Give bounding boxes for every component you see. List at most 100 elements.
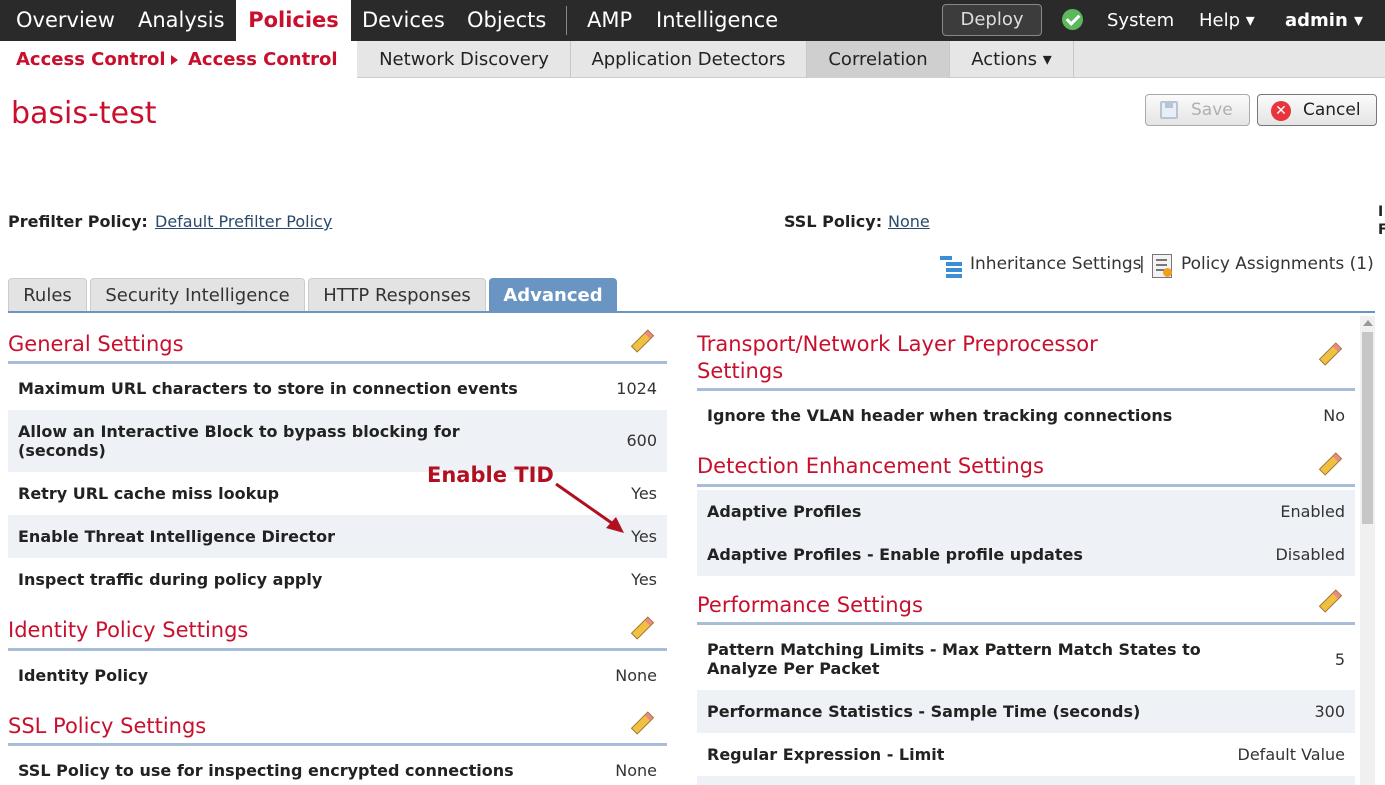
setting-label: Maximum URL characters to store in conne… [18,379,518,398]
setting-row: Adaptive Profiles Enabled [697,490,1355,533]
section-rule [8,743,667,746]
page-title: basis-test [11,96,157,131]
setting-label: Adaptive Profiles - Enable profile updat… [707,545,1083,564]
setting-row: Ignore the VLAN header when tracking con… [697,394,1355,437]
section-rule [697,622,1355,625]
tab-underline [8,311,1375,313]
setting-label: Enable Threat Intelligence Director [18,527,335,546]
section-rule [8,361,667,364]
detection-enhancement-settings-title: Detection Enhancement Settings [697,454,1044,478]
nav-objects[interactable]: Objects [467,0,546,41]
section-rule [697,388,1355,391]
user-menu[interactable]: admin ▾ [1285,0,1363,41]
edit-detection-settings-icon[interactable] [1317,453,1341,477]
save-button[interactable]: Save [1145,94,1250,126]
nav-system[interactable]: System [1107,0,1174,41]
setting-value: 1024 [616,379,657,398]
inheritance-settings-link[interactable]: Inheritance Settings [970,254,1142,274]
setting-label: Performance Statistics - Sample Time (se… [707,702,1141,721]
breadcrumb-arrow-icon [171,55,178,65]
section-rule [8,648,667,651]
cancel-icon: ✕ [1271,101,1291,121]
setting-value: 5 [1334,650,1345,669]
tab-network-discovery[interactable]: Network Discovery [358,41,571,78]
cancel-button[interactable]: ✕ Cancel [1257,94,1377,126]
tab-http-responses[interactable]: HTTP Responses [308,278,486,312]
health-ok-icon[interactable] [1062,9,1083,30]
tab-security-intelligence[interactable]: Security Intelligence [90,278,305,312]
nav-overview[interactable]: Overview [16,0,115,41]
setting-label: Ignore the VLAN header when tracking con… [707,406,1173,425]
setting-row: Allow an Interactive Block to bypass blo… [8,410,667,472]
top-navigation: Overview Analysis Policies Devices Objec… [0,0,1385,41]
setting-label: Regular Expression - Limit [707,745,945,764]
deploy-button[interactable]: Deploy [942,4,1042,36]
link-divider: | [1139,254,1145,274]
setting-value: Yes [631,527,657,546]
setting-value: Yes [631,484,657,503]
setting-value: 600 [626,431,657,450]
inheritance-settings-icon[interactable] [940,255,962,278]
sub-navigation: Access Control Access Control Network Di… [0,41,1385,78]
setting-row: SSL Policy to use for inspecting encrypt… [8,750,667,785]
policy-assignments-link[interactable]: Policy Assignments (1) [1181,254,1374,274]
tab-advanced[interactable]: Advanced [489,278,617,312]
section-rule [697,484,1355,487]
scrollbar-thumb[interactable] [1362,332,1373,524]
breadcrumb-access-control-parent[interactable]: Access Control [16,41,166,78]
edit-general-settings-icon[interactable] [629,330,653,354]
setting-row: Maximum URL characters to store in conne… [8,367,667,410]
scroll-up-icon[interactable] [1363,320,1373,326]
edit-ssl-settings-icon[interactable] [629,712,653,736]
breadcrumb-access-control[interactable]: Access Control [188,41,338,78]
nav-policies[interactable]: Policies [236,0,351,41]
setting-label: Retry URL cache miss lookup [18,484,280,503]
nav-devices[interactable]: Devices [362,0,445,41]
tab-rules[interactable]: Rules [8,278,87,312]
nav-amp[interactable]: AMP [587,0,632,41]
setting-row: Inspect traffic during policy apply Yes [8,558,667,601]
setting-label-cont: Analyze Per Packet [707,659,880,678]
edit-performance-settings-icon[interactable] [1317,590,1341,614]
prefilter-policy-link[interactable]: Default Prefilter Policy [155,212,332,231]
nav-analysis[interactable]: Analysis [138,0,225,41]
setting-row: Regular Expression - Limit Default Value [697,733,1355,776]
clipped-label-2: F [1378,222,1385,238]
clipped-label-1: I [1378,204,1384,220]
setting-value: Disabled [1275,545,1345,564]
tab-correlation[interactable]: Correlation [807,41,950,78]
tab-application-detectors[interactable]: Application Detectors [571,41,807,78]
setting-label: Pattern Matching Limits - Max Pattern Ma… [707,640,1201,659]
policy-assignments-icon[interactable] [1152,254,1172,278]
setting-row: Performance Statistics - Sample Time (se… [697,690,1355,733]
setting-row: Pattern Matching Limits - Max Pattern Ma… [697,628,1355,690]
setting-row: Adaptive Profiles - Enable profile updat… [697,533,1355,576]
cancel-button-label: Cancel [1303,100,1361,120]
setting-label: SSL Policy to use for inspecting encrypt… [18,761,514,780]
nav-help[interactable]: Help ▾ [1199,0,1255,41]
performance-settings-title: Performance Settings [697,593,923,617]
breadcrumb: Access Control Access Control [0,41,357,78]
edit-identity-settings-icon[interactable] [629,617,653,641]
setting-value: No [1323,406,1345,425]
setting-label: Identity Policy [18,666,149,685]
transport-settings-title-line2: Settings [697,359,784,383]
nav-divider [566,6,567,35]
ssl-policy-link[interactable]: None [888,212,930,231]
transport-settings-title-line1: Transport/Network Layer Preprocessor [697,332,1098,356]
annotation-enable-tid: Enable TID [427,463,554,487]
setting-value: 300 [1314,702,1345,721]
setting-row-partial [697,776,1355,785]
setting-value: None [615,761,657,780]
nav-intelligence[interactable]: Intelligence [656,0,778,41]
setting-label: Allow an Interactive Block to bypass blo… [18,422,460,441]
setting-value: Yes [631,570,657,589]
edit-transport-settings-icon[interactable] [1317,343,1341,367]
setting-row: Identity Policy None [8,654,667,697]
tab-actions[interactable]: Actions ▾ [950,41,1074,78]
general-settings-title: General Settings [8,332,184,356]
prefilter-policy-label: Prefilter Policy: [8,212,148,231]
setting-value: Enabled [1280,502,1345,521]
annotation-arrow-icon [555,482,624,533]
save-icon [1160,101,1178,119]
